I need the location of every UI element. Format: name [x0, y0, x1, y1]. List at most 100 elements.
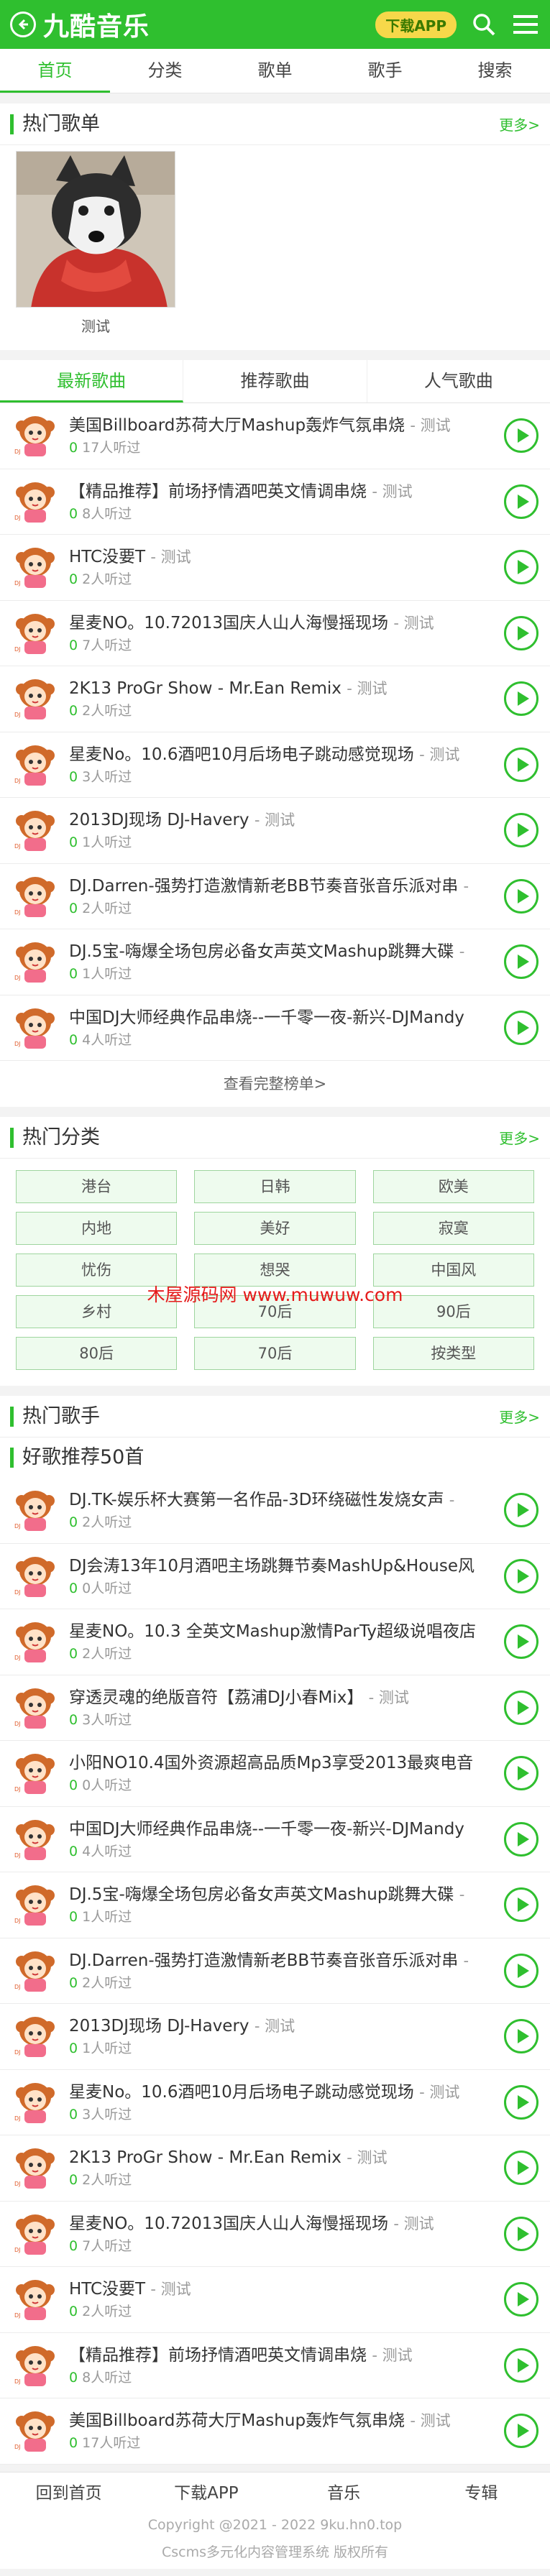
song-title-text[interactable]: DJ会涛13年10月酒吧主场跳舞节奏MashUp&House风 — [69, 1557, 475, 1576]
song-artist[interactable]: - — [459, 943, 465, 960]
song-title-text[interactable]: 【精品推荐】前场抒情酒吧英文情调串烧 — [69, 2346, 367, 2365]
song-row[interactable]: DJ 2K13 ProGr Show - Mr.Ean Remix - 测试 0 2… — [0, 2135, 550, 2202]
song-thumbnail[interactable]: DJ — [12, 1552, 59, 1600]
song-title[interactable]: 星麦NO。10.3 全英文Mashup激情ParTy超级说唱夜店 — [69, 1619, 497, 1644]
song-thumbnail[interactable]: DJ — [12, 543, 59, 592]
song-title[interactable]: DJ会涛13年10月酒吧主场跳舞节奏MashUp&House风 — [69, 1554, 497, 1578]
play-button-icon[interactable] — [504, 2084, 538, 2120]
song-title[interactable]: 星麦No。10.6酒吧10月后场电子跳动感觉现场 - 测试 — [69, 742, 497, 767]
play-button-icon[interactable] — [504, 2282, 538, 2317]
play-button-icon[interactable] — [504, 1493, 538, 1528]
song-row[interactable]: DJ 美国Billboard苏荷大厅Mashup轰炸气氛串烧 - 测试 0 17人听… — [0, 403, 550, 469]
play-button-icon[interactable] — [504, 944, 538, 980]
song-title-text[interactable]: 星麦NO。10.72013国庆人山人海慢摇现场 — [69, 614, 388, 632]
play-button-icon[interactable] — [504, 813, 538, 848]
song-thumbnail[interactable]: DJ — [12, 675, 59, 723]
more-link[interactable]: 更多> — [499, 1127, 540, 1148]
song-title-text[interactable]: HTC没要T — [69, 548, 145, 566]
song-row[interactable]: DJ DJ.5宝-嗨爆全场包房必备女声英文Mashup跳舞大碟 -0 1人听过 — [0, 929, 550, 995]
song-row[interactable]: DJ DJ会涛13年10月酒吧主场跳舞节奏MashUp&House风 0 0人听过 — [0, 1544, 550, 1609]
song-thumbnail[interactable]: DJ — [12, 938, 59, 986]
play-button-icon[interactable] — [504, 1624, 538, 1660]
play-button-icon[interactable] — [504, 2216, 538, 2251]
playlist-name[interactable]: 测试 — [16, 315, 175, 336]
search-icon[interactable] — [469, 10, 498, 39]
song-row[interactable]: DJ 星麦No。10.6酒吧10月后场电子跳动感觉现场 - 测试 0 3人听过 — [0, 2070, 550, 2135]
song-title[interactable]: HTC没要T - 测试 — [69, 2277, 497, 2301]
song-title[interactable]: DJ.Darren-强势打造激情新老BB节奏音张音乐派对串 - — [69, 1949, 497, 1973]
song-artist[interactable]: - 测试 — [372, 2347, 412, 2364]
nav-search[interactable]: 搜索 — [440, 49, 550, 93]
category-tag[interactable]: 想哭 — [194, 1254, 356, 1287]
song-artist[interactable]: - 测试 — [419, 746, 459, 763]
song-thumbnail[interactable]: DJ — [12, 1946, 59, 1995]
song-thumbnail[interactable]: DJ — [12, 1683, 59, 1731]
song-row[interactable]: DJ 中国DJ大师经典作品串烧--一千零一夜-新兴-DJMandy 0 4人听过 — [0, 1807, 550, 1872]
song-title-text[interactable]: 美国Billboard苏荷大厅Mashup轰炸气氛串烧 — [69, 416, 405, 435]
song-thumbnail[interactable]: DJ — [12, 477, 59, 525]
song-title-text[interactable]: 2013DJ现场 DJ-Havery — [69, 811, 249, 829]
song-row[interactable]: DJ 2013DJ现场 DJ-Havery - 测试 0 1人听过 — [0, 798, 550, 864]
song-title[interactable]: 美国Billboard苏荷大厅Mashup轰炸气氛串烧 - 测试 — [69, 2409, 497, 2433]
song-row[interactable]: DJ 星麦NO。10.72013国庆人山人海慢摇现场 - 测试 0 7人听过 — [0, 601, 550, 666]
song-artist[interactable]: - 测试 — [150, 2281, 191, 2298]
category-tag[interactable]: 忧伤 — [16, 1254, 178, 1287]
song-artist[interactable]: - 测试 — [372, 483, 412, 500]
song-artist[interactable]: - 测试 — [347, 2149, 387, 2166]
song-row[interactable]: DJ 中国DJ大师经典作品串烧--一千零一夜-新兴-DJMandy 0 4人听过 — [0, 995, 550, 1061]
song-title[interactable]: 美国Billboard苏荷大厅Mashup轰炸气氛串烧 - 测试 — [69, 413, 497, 438]
category-tag[interactable]: 欧美 — [372, 1170, 534, 1203]
nav-singer[interactable]: 歌手 — [330, 49, 440, 93]
song-title-text[interactable]: 星麦NO。10.72013国庆人山人海慢摇现场 — [69, 2214, 388, 2233]
song-row[interactable]: DJ DJ.Darren-强势打造激情新老BB节奏音张音乐派对串 -0 2人听过 — [0, 1938, 550, 2004]
view-full-chart-link[interactable]: 查看完整榜单> — [0, 1061, 550, 1107]
footer-download-link[interactable]: 下载APP — [137, 2472, 275, 2514]
song-title[interactable]: 2K13 ProGr Show - Mr.Ean Remix - 测试 — [69, 2145, 497, 2170]
play-button-icon[interactable] — [504, 1887, 538, 1923]
song-title[interactable]: 星麦No。10.6酒吧10月后场电子跳动感觉现场 - 测试 — [69, 2080, 497, 2104]
song-thumbnail[interactable]: DJ — [12, 1881, 59, 1929]
tab-recommended[interactable]: 推荐歌曲 — [183, 360, 367, 402]
song-title-text[interactable]: 小阳NO10.4国外资源超高品质Mp3享受2013最爽电音 — [69, 1754, 473, 1772]
category-tag[interactable]: 90后 — [372, 1295, 534, 1328]
song-row[interactable]: DJ 星麦No。10.6酒吧10月后场电子跳动感觉现场 - 测试 0 3人听过 — [0, 732, 550, 798]
song-row[interactable]: DJ 小阳NO10.4国外资源超高品质Mp3享受2013最爽电音 0 0人听过 — [0, 1741, 550, 1807]
tab-popular[interactable]: 人气歌曲 — [367, 360, 550, 402]
song-row[interactable]: DJ DJ.5宝-嗨爆全场包房必备女声英文Mashup跳舞大碟 -0 1人听过 — [0, 1872, 550, 1938]
category-tag[interactable]: 乡村 — [16, 1295, 178, 1328]
song-thumbnail[interactable]: DJ — [12, 872, 59, 920]
song-row[interactable]: DJ 2K13 ProGr Show - Mr.Ean Remix - 测试 0 2… — [0, 666, 550, 732]
song-thumbnail[interactable]: DJ — [12, 1618, 59, 1666]
song-artist[interactable]: - 测试 — [410, 417, 450, 434]
song-title[interactable]: 2013DJ现场 DJ-Havery - 测试 — [69, 2014, 497, 2038]
play-button-icon[interactable] — [504, 2019, 538, 2054]
play-button-icon[interactable] — [504, 2414, 538, 2449]
song-title-text[interactable]: 2013DJ现场 DJ-Havery — [69, 2017, 249, 2036]
song-thumbnail[interactable]: DJ — [12, 412, 59, 460]
song-thumbnail[interactable]: DJ — [12, 1815, 59, 1863]
site-logo[interactable]: 九酷音乐 — [43, 6, 150, 43]
song-title-text[interactable]: DJ.5宝-嗨爆全场包房必备女声英文Mashup跳舞大碟 — [69, 1885, 454, 1904]
song-title-text[interactable]: 中国DJ大师经典作品串烧--一千零一夜-新兴-DJMandy — [69, 1820, 464, 1839]
footer-music-link[interactable]: 音乐 — [275, 2472, 413, 2514]
song-thumbnail[interactable]: DJ — [12, 1486, 59, 1535]
song-title-text[interactable]: 中国DJ大师经典作品串烧--一千零一夜-新兴-DJMandy — [69, 1008, 464, 1027]
tab-latest[interactable]: 最新歌曲 — [0, 360, 184, 402]
menu-icon[interactable] — [511, 10, 540, 39]
category-tag[interactable]: 美好 — [194, 1212, 356, 1245]
song-artist[interactable]: - — [464, 878, 469, 895]
song-title-text[interactable]: 2K13 ProGr Show - Mr.Ean Remix — [69, 679, 342, 698]
play-button-icon[interactable] — [504, 615, 538, 650]
play-button-icon[interactable] — [504, 681, 538, 717]
more-link[interactable]: 更多> — [499, 114, 540, 134]
category-tag[interactable]: 70后 — [194, 1295, 356, 1328]
song-artist[interactable]: - 测试 — [419, 2084, 459, 2101]
play-button-icon[interactable] — [504, 747, 538, 782]
song-artist[interactable]: - 测试 — [255, 811, 295, 829]
song-artist[interactable]: - 测试 — [393, 2215, 434, 2232]
category-tag[interactable]: 港台 — [16, 1170, 178, 1203]
song-thumbnail[interactable]: DJ — [12, 2209, 59, 2258]
play-button-icon[interactable] — [504, 484, 538, 519]
song-title[interactable]: 星麦NO。10.72013国庆人山人海慢摇现场 - 测试 — [69, 2212, 497, 2236]
playlist-card[interactable]: 测试 — [0, 145, 550, 350]
